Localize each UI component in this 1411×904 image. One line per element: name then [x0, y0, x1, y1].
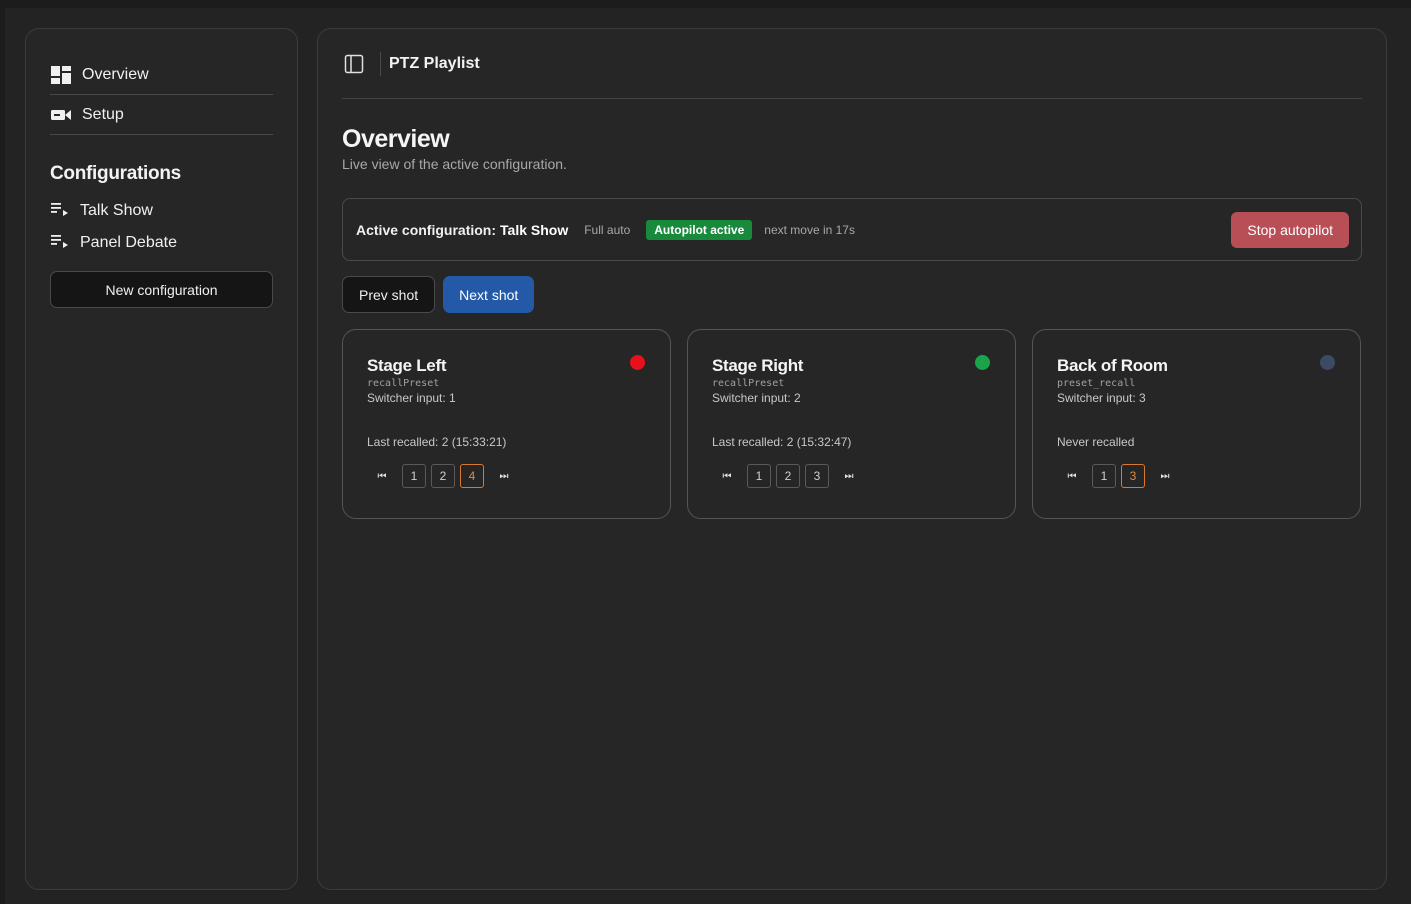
sidebar-item-talk-show[interactable]: Talk Show	[50, 195, 273, 227]
dashboard-icon	[50, 65, 72, 84]
skip-previous-icon[interactable]: ⏮	[712, 464, 742, 488]
camera-cards: Stage Left recallPreset Switcher input: …	[342, 329, 1362, 519]
page-title: Overview	[342, 125, 450, 153]
switcher-input: Switcher input: 3	[1057, 391, 1146, 405]
preset-button[interactable]: 3	[1121, 464, 1145, 488]
preset-pager: ⏮ 1 3 ⏭	[1057, 464, 1336, 488]
shot-controls: Prev shot Next shot	[342, 276, 1362, 313]
sidebar-toggle-icon[interactable]	[342, 52, 366, 76]
skip-previous-icon[interactable]: ⏮	[367, 464, 397, 488]
camera-card: Stage Left recallPreset Switcher input: …	[342, 329, 671, 519]
config-label: Talk Show	[80, 202, 153, 219]
active-config-label: Active configuration:	[356, 221, 497, 238]
preset-button[interactable]: 1	[1092, 464, 1116, 488]
preset-button[interactable]: 3	[805, 464, 829, 488]
status-badge: Autopilot active	[646, 219, 753, 240]
camera-method: recallPreset	[712, 378, 785, 389]
sidebar-item-label: Overview	[82, 65, 149, 83]
topbar-separator	[380, 51, 381, 76]
sidebar: Overview Setup Configurations Talk Show …	[25, 28, 298, 890]
sidebar-item-setup[interactable]: Setup	[50, 95, 273, 135]
preset-pager: ⏮ 1 2 3 ⏭	[712, 464, 991, 488]
camera-name: Back of Room	[1057, 356, 1168, 375]
status-dot	[975, 355, 990, 370]
sidebar-item-overview[interactable]: Overview	[50, 55, 273, 95]
camera-method: recallPreset	[367, 378, 440, 389]
playlist-icon	[50, 202, 70, 221]
preset-button[interactable]: 2	[776, 464, 800, 488]
camera-card: Back of Room preset_recall Switcher inpu…	[1032, 329, 1361, 519]
camera-icon	[50, 106, 72, 124]
camera-card: Stage Right recallPreset Switcher input:…	[687, 329, 1016, 519]
stop-autopilot-button[interactable]: Stop autopilot	[1231, 211, 1349, 248]
prev-shot-button[interactable]: Prev shot	[342, 276, 436, 313]
new-configuration-button[interactable]: New configuration	[50, 271, 273, 308]
camera-name: Stage Left	[367, 356, 447, 375]
sidebar-item-label: Setup	[82, 105, 124, 123]
page-subtitle: Live view of the active configuration.	[342, 156, 567, 172]
camera-method: preset_recall	[1057, 378, 1136, 389]
config-label: Panel Debate	[80, 234, 177, 251]
next-shot-button[interactable]: Next shot	[443, 276, 535, 313]
switcher-input: Switcher input: 1	[367, 391, 456, 405]
topbar: PTZ Playlist	[342, 29, 1362, 99]
preset-pager: ⏮ 1 2 4 ⏭	[367, 464, 646, 488]
camera-name: Stage Right	[712, 356, 804, 375]
active-configuration-bar: Active configuration: Talk Show Full aut…	[342, 198, 1362, 261]
skip-next-icon[interactable]: ⏭	[834, 464, 864, 488]
preset-button[interactable]: 2	[431, 464, 455, 488]
last-recalled: Last recalled: 2 (15:33:21)	[367, 435, 507, 449]
app-title: PTZ Playlist	[389, 54, 480, 72]
preset-button[interactable]: 1	[402, 464, 426, 488]
playlist-icon	[50, 234, 70, 253]
switcher-input: Switcher input: 2	[712, 391, 801, 405]
next-move-countdown: next move in 17s	[764, 222, 855, 237]
sidebar-item-panel-debate[interactable]: Panel Debate	[50, 227, 273, 259]
skip-next-icon[interactable]: ⏭	[1150, 464, 1180, 488]
skip-previous-icon[interactable]: ⏮	[1057, 464, 1087, 488]
status-dot	[630, 355, 645, 370]
last-recalled: Last recalled: 2 (15:32:47)	[712, 435, 852, 449]
preset-button[interactable]: 1	[747, 464, 771, 488]
skip-next-icon[interactable]: ⏭	[489, 464, 519, 488]
main-panel: PTZ Playlist Overview Live view of the a…	[317, 28, 1387, 890]
preset-button[interactable]: 4	[460, 464, 484, 488]
configurations-heading: Configurations	[50, 163, 181, 184]
autopilot-mode: Full auto	[584, 222, 631, 237]
last-recalled: Never recalled	[1057, 435, 1135, 449]
status-dot	[1320, 355, 1335, 370]
active-config-name: Talk Show	[500, 221, 569, 238]
